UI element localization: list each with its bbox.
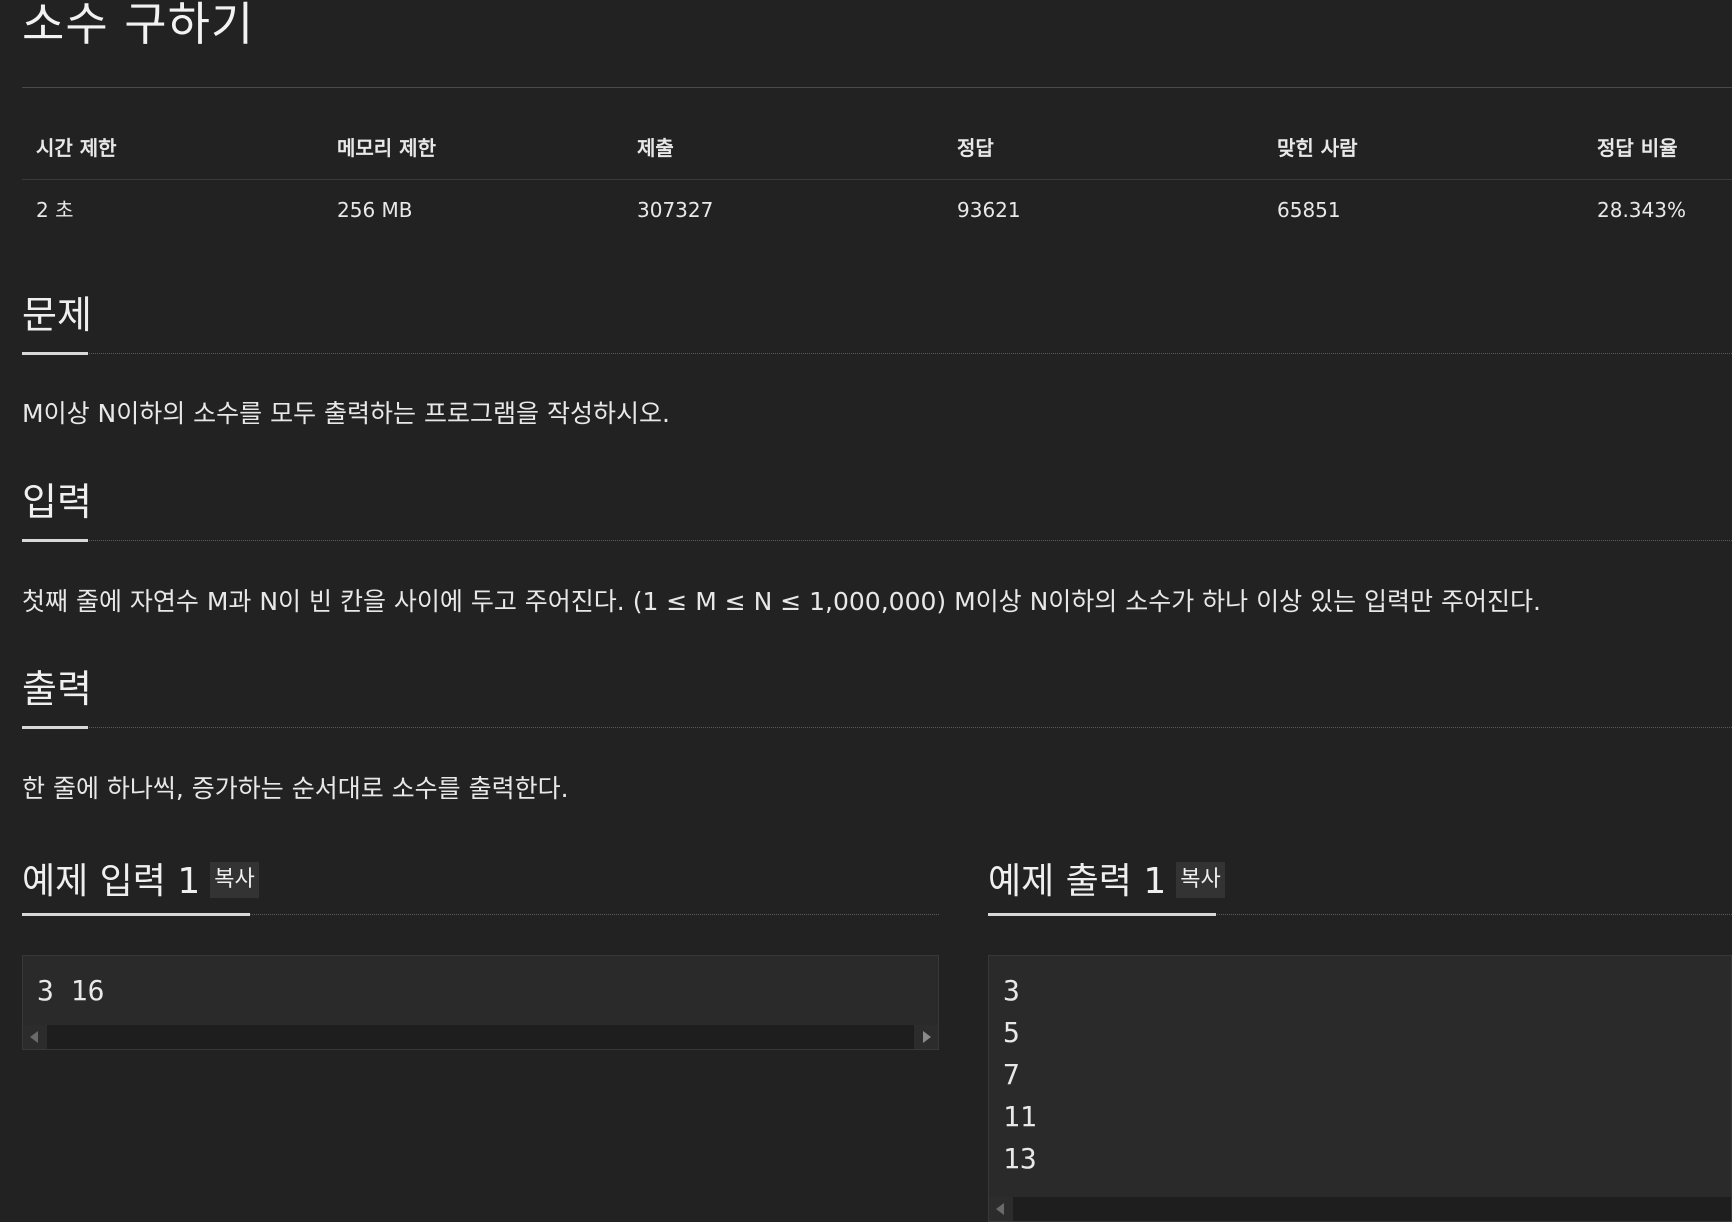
sample-output-content: 3 5 7 11 13	[1003, 970, 1037, 1180]
scrollbar-track[interactable]	[1013, 1197, 1707, 1221]
input-description: 첫째 줄에 자연수 M과 N이 빈 칸을 사이에 두고 주어진다. (1 ≤ M…	[22, 587, 1541, 616]
info-value-time-limit: 2 초	[36, 198, 74, 222]
heading-underline	[22, 352, 88, 355]
sample-output-copy-button[interactable]: 복사	[1176, 862, 1225, 898]
problem-info-table: 시간 제한 메모리 제한 제출 정답 맞힌 사람 정답 비율 2 초 256 M…	[22, 124, 1732, 236]
sample-input-box: 3 16	[22, 955, 939, 1050]
sample-input-scrollbar[interactable]	[23, 1025, 938, 1049]
sample-output-scrollbar[interactable]	[989, 1197, 1731, 1221]
heading-underline	[22, 726, 88, 729]
section-divider	[22, 540, 1732, 541]
scroll-right-icon[interactable]	[914, 1025, 938, 1049]
sample-input-heading: 예제 입력 1 복사	[22, 846, 939, 916]
scroll-left-icon[interactable]	[989, 1197, 1013, 1221]
info-value-accepted: 93621	[957, 198, 1021, 222]
sample-input-line: 3 16	[37, 974, 105, 1007]
scrollbar-track[interactable]	[47, 1025, 914, 1049]
scroll-left-icon[interactable]	[23, 1025, 47, 1049]
info-header-memory-limit: 메모리 제한	[337, 136, 436, 160]
problem-heading-text: 문제	[22, 293, 92, 337]
info-header-submissions: 제출	[637, 136, 674, 160]
info-value-solvers: 65851	[1277, 198, 1341, 222]
info-header-accepted: 정답	[957, 136, 994, 160]
info-header-row: 시간 제한 메모리 제한 제출 정답 맞힌 사람 정답 비율	[22, 124, 1732, 180]
output-heading-text: 출력	[22, 667, 92, 711]
problem-description: M이상 N이하의 소수를 모두 출력하는 프로그램을 작성하시오.	[22, 399, 670, 428]
title-divider	[22, 87, 1732, 88]
sample-output-heading-text: 예제 출력 1	[988, 861, 1167, 902]
output-description: 한 줄에 하나씩, 증가하는 순서대로 소수를 출력한다.	[22, 774, 569, 803]
info-value-row: 2 초 256 MB 307327 93621 65851 28.343%	[22, 180, 1732, 236]
input-section-heading: 입력	[22, 472, 1732, 542]
sample-output-box: 3 5 7 11 13	[988, 955, 1732, 1222]
sample-input-heading-text: 예제 입력 1	[22, 861, 201, 902]
sample-output-heading: 예제 출력 1 복사	[988, 846, 1732, 916]
sample-input-copy-button[interactable]: 복사	[210, 862, 259, 898]
info-header-solvers: 맞힌 사람	[1277, 136, 1358, 160]
sample-output-line: 11	[1003, 1100, 1037, 1133]
info-header-accept-ratio: 정답 비율	[1597, 136, 1678, 160]
info-value-accept-ratio: 28.343%	[1597, 198, 1686, 222]
page-title: 소수 구하기	[22, 0, 255, 51]
problem-page: 소수 구하기 시간 제한 메모리 제한 제출 정답 맞힌 사람 정답 비율 2 …	[0, 0, 1732, 1222]
heading-underline	[22, 913, 250, 916]
problem-section-heading: 문제	[22, 285, 1732, 355]
sample-output-line: 3	[1003, 974, 1020, 1007]
sample-output-line: 7	[1003, 1058, 1020, 1091]
input-heading-text: 입력	[22, 480, 92, 524]
heading-underline	[988, 913, 1216, 916]
info-header-time-limit: 시간 제한	[36, 136, 117, 160]
sample-input-heading-row: 예제 입력 1 복사	[22, 854, 259, 910]
sample-output-line: 13	[1003, 1142, 1037, 1175]
section-divider	[22, 353, 1732, 354]
info-value-submissions: 307327	[637, 198, 714, 222]
section-divider	[22, 727, 1732, 728]
info-value-memory-limit: 256 MB	[337, 198, 413, 222]
sample-output-heading-row: 예제 출력 1 복사	[988, 854, 1225, 910]
output-section-heading: 출력	[22, 659, 1732, 729]
heading-underline	[22, 539, 88, 542]
sample-input-content: 3 16	[37, 970, 104, 1012]
sample-output-line: 5	[1003, 1016, 1020, 1049]
